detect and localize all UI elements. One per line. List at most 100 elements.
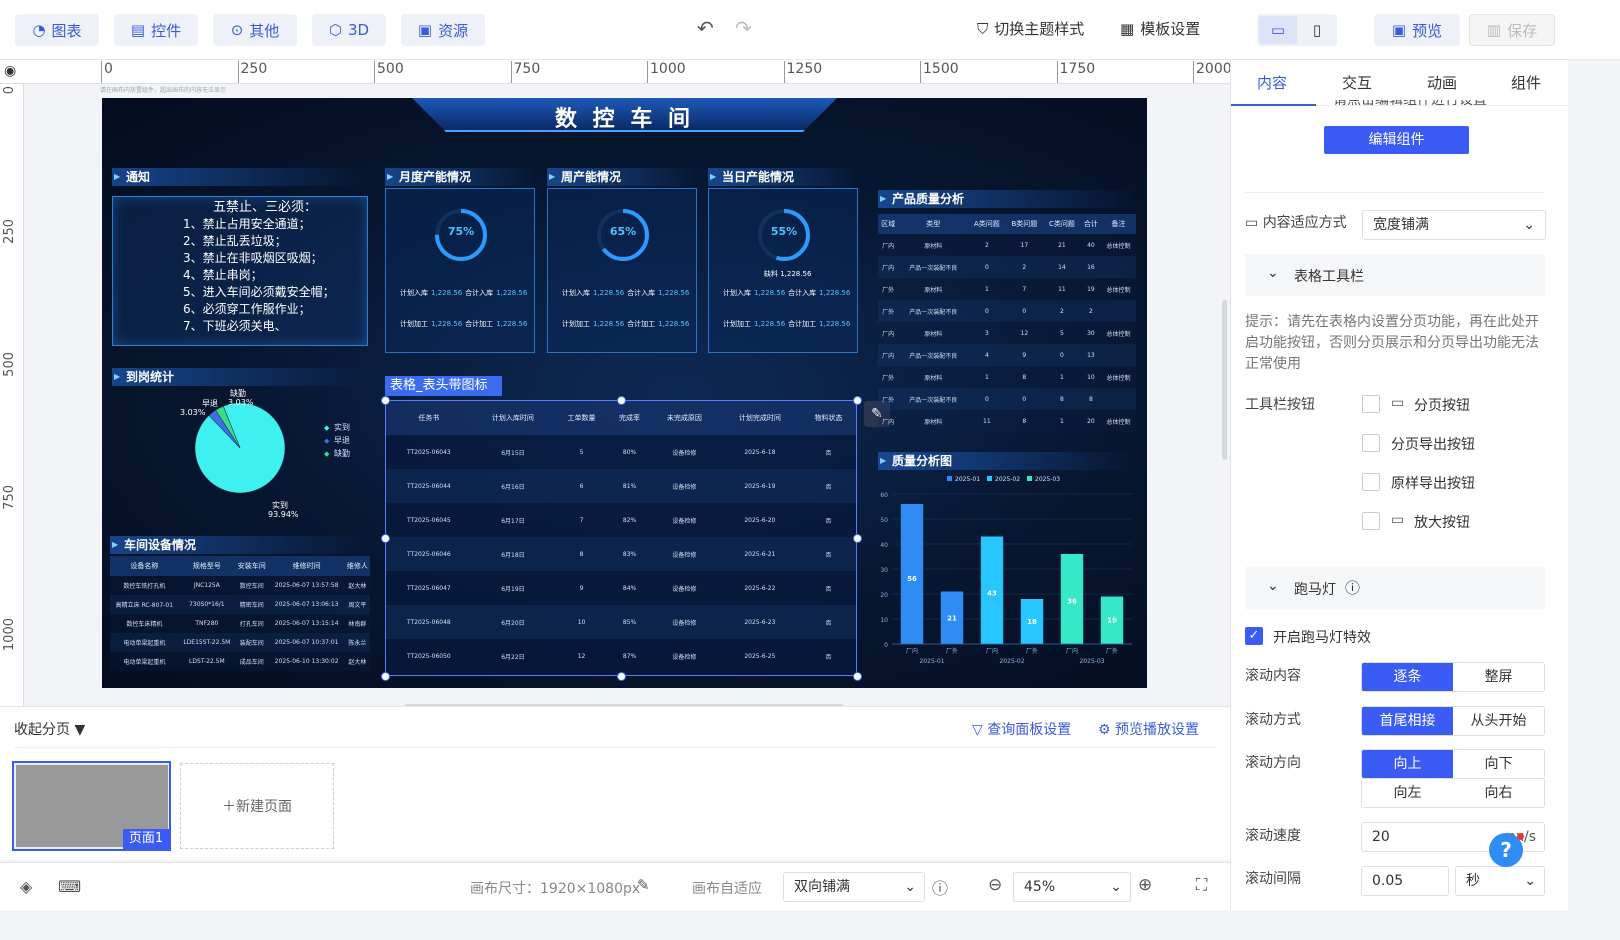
tab-widget[interactable]: ▤ 控件	[114, 14, 198, 46]
marquee-section[interactable]: ⌄ 跑马灯 ⓘ	[1245, 567, 1545, 609]
preview-button[interactable]: ▣ 预览	[1374, 14, 1460, 46]
column-header: 设备名称	[130, 562, 159, 570]
option-whole[interactable]: 整屏	[1453, 663, 1544, 691]
table-row[interactable]: 电动单梁起重机 LDST-22.5M 成品车间 2025-06-10 13:30:02…	[110, 652, 370, 671]
page-thumbnail[interactable]: 页面1	[12, 761, 171, 851]
eye-icon[interactable]: ◉	[4, 63, 16, 79]
table-row[interactable]: 电动单梁起重机 LDE15ST-22.5M 装配车间 2025-06-07 10:37…	[110, 633, 370, 652]
new-page-button[interactable]: ＋新建页面	[180, 763, 334, 849]
resize-handle[interactable]	[853, 672, 862, 681]
tab-other[interactable]: ⊙ 其他	[213, 14, 297, 46]
option-checkbox[interactable]	[1362, 434, 1380, 452]
resize-handle[interactable]	[617, 396, 626, 405]
zoom-in-icon[interactable]: ⊕	[1138, 875, 1152, 895]
marquee-checkbox[interactable]: ✓	[1245, 627, 1263, 645]
table-cell: 原材料	[924, 242, 943, 250]
theme-switch-button[interactable]: ⛉ 切换主题样式	[977, 18, 1084, 39]
table-row[interactable]: 厂内 原材料 3 12 5 30 总体控制	[878, 322, 1136, 344]
table-cell: 2	[984, 241, 989, 249]
option-label: 分页导出按钮	[1391, 437, 1475, 453]
query-panel-settings-button[interactable]: ▽ 查询面板设置	[972, 719, 1071, 739]
option-down[interactable]: 向下	[1453, 750, 1544, 778]
option-left[interactable]: 向左	[1362, 779, 1453, 807]
collapse-pages-button[interactable]: 收起分页 ▼	[14, 719, 85, 739]
table-row[interactable]: TT2025-06046 6月18日 8 83% 设备检修 2025-6-21 否	[386, 537, 856, 571]
table-row[interactable]: 数控车床精机 TNF280 打孔车间 2025-06-07 13:15:14 林南群	[110, 614, 370, 633]
gauge-stat: 计划加工	[400, 320, 428, 328]
option-loop[interactable]: 首尾相接	[1362, 707, 1453, 735]
option-checkbox[interactable]	[1362, 395, 1380, 413]
option-restart[interactable]: 从头开始	[1453, 707, 1544, 735]
resize-handle[interactable]	[853, 534, 862, 543]
table-row[interactable]: 厂外 产品一次装配不良 0 0 2 2	[878, 300, 1136, 322]
autofit-select[interactable]: 双向铺满 ⌄	[783, 872, 925, 902]
table-cell: 3	[984, 329, 989, 337]
option-item[interactable]: 逐条	[1362, 663, 1453, 691]
gauge-stat: 合计入库	[788, 289, 817, 297]
template-settings-button[interactable]: ▦ 模板设置	[1120, 18, 1200, 39]
resize-handle[interactable]	[617, 672, 626, 681]
option-right[interactable]: 向右	[1453, 779, 1544, 807]
legend-label: 2025-03	[1035, 476, 1060, 483]
resize-handle[interactable]	[381, 396, 390, 405]
option-checkbox[interactable]	[1362, 512, 1380, 530]
scroll-mode-toggle: 首尾相接 从头开始	[1361, 706, 1545, 736]
help-icon[interactable]: ⓘ	[1345, 577, 1360, 598]
table-cell: 2025-06-10 13:30:02	[274, 658, 339, 665]
tab-animation[interactable]: 动画	[1427, 72, 1457, 93]
table-cell: 2025-06-07 13:15:14	[274, 620, 339, 627]
edit-component-button[interactable]: 编辑组件	[1324, 126, 1469, 154]
table-row[interactable]: TT2025-06044 6月16日 6 81% 设备检修 2025-6-19 否	[386, 469, 856, 503]
table-row[interactable]: 厂内 产品一次装配不良 0 2 14 16	[878, 256, 1136, 278]
fit-select[interactable]: 宽度铺满 ⌄	[1362, 210, 1546, 240]
tab-interaction[interactable]: 交互	[1342, 72, 1372, 93]
component-badge[interactable]: 表格_表头带图标	[385, 376, 502, 396]
interval-unit-select[interactable]: 秒 ⌄	[1455, 866, 1545, 896]
option-checkbox[interactable]	[1362, 473, 1380, 491]
help-icon[interactable]: ⓘ	[932, 875, 948, 899]
table-row[interactable]: TT2025-06047 6月19日 9 84% 设备检修 2025-6-22 否	[386, 571, 856, 605]
column-header: 计划入库时间	[491, 414, 534, 422]
mobile-icon[interactable]: ▯	[1299, 16, 1335, 44]
gauge-stat: 计划入库	[723, 289, 751, 297]
dashboard-screen[interactable]: 数 控 车 间 通知 五禁止、三必须： 1、禁止占用安全通道； 2、禁止乱丢垃圾；…	[102, 98, 1147, 688]
layers-icon[interactable]: ◈	[20, 877, 32, 896]
table-row[interactable]: 厂内 原材料 2 17 21 40 总体控制	[878, 234, 1136, 256]
preview-play-settings-button[interactable]: ⚙ 预览播放设置	[1098, 719, 1199, 739]
table-row[interactable]: 高精立床 RC-807-01 730S0*16/1 精密车间 2025-06-07 1…	[110, 595, 370, 614]
desktop-icon[interactable]: ▭	[1259, 16, 1297, 44]
redo-icon[interactable]: ↷	[735, 16, 752, 40]
table-row[interactable]: TT2025-06043 6月15日 5 80% 设备检修 2025-6-18 否	[386, 435, 856, 469]
fullscreen-icon[interactable]: ⛶	[1196, 875, 1207, 895]
resize-handle[interactable]	[853, 396, 862, 405]
zoom-select[interactable]: 45% ⌄	[1013, 872, 1131, 902]
scroll-mode-label: 滚动方式	[1245, 712, 1301, 728]
table-row[interactable]: TT2025-06050 6月22日 12 87% 设备检修 2025-6-25 否	[386, 639, 856, 673]
zoom-out-icon[interactable]: ⊖	[988, 875, 1002, 895]
tab-chart[interactable]: ◔ 图表	[15, 14, 99, 46]
table-row[interactable]: 数控车铣打孔机 JNC125A 数控车间 2025-06-07 13:57:58 赵大林	[110, 576, 370, 595]
table-toolbar-section[interactable]: ⌄ 表格工具栏	[1245, 254, 1545, 296]
table-row[interactable]: TT2025-06048 6月20日 10 85% 设备检修 2025-6-23 否	[386, 605, 856, 639]
save-button[interactable]: ▥ 保存	[1469, 14, 1555, 46]
table-row[interactable]: 厂内 产品一次装配不良 4 9 0 13	[878, 344, 1136, 366]
table-row[interactable]: TT2025-06045 6月17日 7 82% 设备检修 2025-6-20 否	[386, 503, 856, 537]
tab-component[interactable]: 组件	[1511, 72, 1541, 93]
tab-content[interactable]: 内容	[1257, 72, 1287, 93]
table-row[interactable]: 厂外 原材料 1 7 11 19 总体控制	[878, 278, 1136, 300]
tab-3d[interactable]: ⬡ 3D	[312, 14, 386, 46]
table-row[interactable]: 厂外 原材料 1 8 1 10 总体控制	[878, 366, 1136, 388]
resize-handle[interactable]	[381, 672, 390, 681]
table-row[interactable]: 厂内 原材料 11 8 1 20 总体控制	[878, 410, 1136, 432]
table-row[interactable]: 厂外 产品一次装配不良 0 0 8 8	[878, 388, 1136, 410]
tab-resource[interactable]: ▣ 资源	[401, 14, 485, 46]
task-table[interactable]: 任务书 计划入库时间 工单数量 完成率 未完成原因 计划完成时间 物料状态 TT2025-06…	[385, 400, 857, 676]
resize-handle[interactable]	[381, 534, 390, 543]
vertical-scrollbar[interactable]	[1222, 300, 1227, 460]
interval-input[interactable]: 0.05	[1361, 866, 1449, 896]
option-up[interactable]: 向上	[1362, 750, 1453, 778]
gauge-card: 75% 计划入库 1,228.56 合计入库 1,228.56 计划加工 1,228.56 合…	[385, 188, 535, 353]
pencil-icon[interactable]: ✎	[637, 876, 650, 894]
keyboard-icon[interactable]: ⌨	[58, 877, 81, 896]
undo-icon[interactable]: ↶	[697, 16, 714, 40]
